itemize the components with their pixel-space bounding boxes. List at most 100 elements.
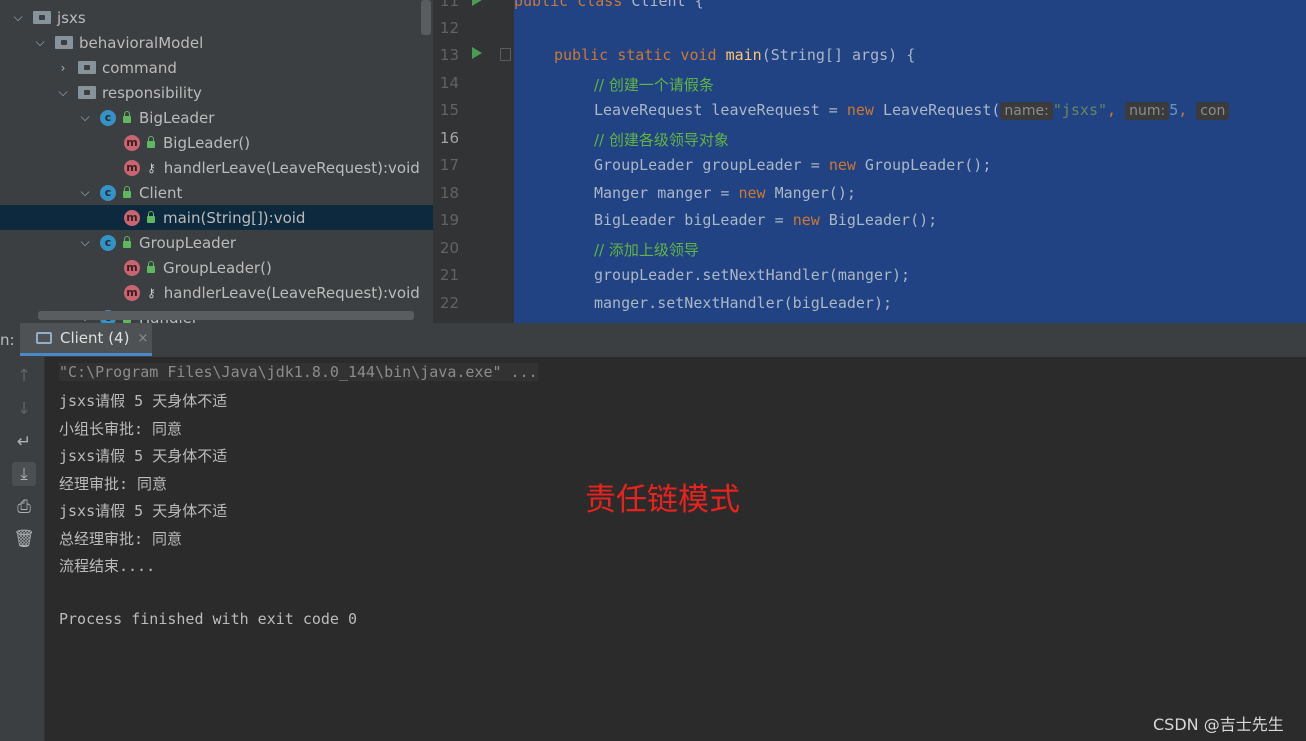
tree-item-client[interactable]: ⌵ c Client — [0, 180, 433, 205]
line-number: 14 — [439, 74, 459, 92]
tree-item-groupleader[interactable]: ⌵ c GroupLeader — [0, 230, 433, 255]
method-icon: m — [124, 209, 140, 226]
run-label: n: — [0, 331, 15, 349]
code-editor[interactable]: public class Client { public static void… — [514, 0, 1306, 323]
tree-item-label: behavioralModel — [79, 33, 204, 52]
console-icon — [36, 332, 52, 344]
class-icon: c — [100, 109, 116, 126]
watermark-credit: CSDN @吉士先生 — [1153, 715, 1284, 734]
folder-icon — [33, 11, 51, 24]
line-number: 18 — [439, 184, 459, 202]
line-number: 20 — [439, 239, 459, 257]
code-line-11: public class Client { — [514, 0, 704, 10]
param-hint-num: num: — [1125, 102, 1170, 120]
line-number: 17 — [439, 156, 459, 174]
tab-label: Client (4) — [60, 329, 130, 347]
console-line: jsxs请假 5 天身体不适 — [59, 392, 228, 410]
run-tool-window-header: n: Client (4) × — [0, 323, 1306, 358]
class-icon: c — [100, 234, 116, 251]
console-line: Process finished with exit code 0 — [59, 610, 358, 628]
tree-item-responsibility[interactable]: ⌵ responsibility — [0, 80, 433, 105]
line-number: 13 — [439, 46, 459, 64]
public-access-icon — [147, 261, 155, 273]
tree-item-bigleader-handlerleave[interactable]: m ⚷ handlerLeave(LeaveRequest):void — [0, 155, 433, 180]
arrow-down-icon[interactable]: ↓ — [12, 397, 36, 421]
horizontal-scrollbar[interactable] — [38, 311, 414, 320]
chevron-right-icon[interactable]: › — [56, 61, 70, 75]
tree-item-label: jsxs — [57, 8, 86, 27]
vertical-scrollbar[interactable] — [421, 0, 431, 35]
fold-icon[interactable] — [500, 48, 511, 61]
tree-item-command[interactable]: › command — [0, 55, 433, 80]
run-main-icon[interactable] — [472, 47, 482, 59]
arrow-up-icon[interactable]: ↑ — [12, 364, 36, 388]
console-line: 经理审批: 同意 — [59, 475, 168, 493]
console-line: 小组长审批: 同意 — [59, 420, 183, 438]
console-line: jsxs请假 5 天身体不适 — [59, 502, 228, 520]
trash-icon[interactable]: 🗑 — [12, 527, 36, 551]
chevron-down-icon[interactable]: ⌵ — [56, 85, 70, 100]
class-icon: c — [100, 184, 116, 201]
line-number: 15 — [439, 101, 459, 119]
public-access-icon — [147, 136, 155, 148]
code-line-19: BigLeader bigLeader = new BigLeader(); — [594, 211, 938, 229]
public-access-icon — [147, 211, 155, 223]
print-icon[interactable]: ⎙ — [12, 495, 36, 519]
code-line-22: manger.setNextHandler(bigLeader); — [594, 294, 893, 312]
chevron-down-icon[interactable]: ⌵ — [11, 10, 25, 25]
tree-item-jsxs[interactable]: ⌵ jsxs — [0, 5, 433, 30]
console-line: 总经理审批: 同意 — [59, 530, 183, 548]
public-access-icon — [123, 186, 131, 198]
tree-item-label: GroupLeader — [139, 233, 237, 252]
method-icon: m — [124, 134, 140, 151]
protected-access-icon: ⚷ — [147, 285, 156, 300]
chevron-down-icon[interactable]: ⌵ — [78, 235, 92, 250]
method-icon: m — [124, 159, 140, 176]
run-class-icon[interactable] — [472, 0, 482, 6]
code-line-16: // 创建各级领导对象 — [594, 131, 729, 149]
line-number: 12 — [439, 19, 459, 37]
close-icon[interactable]: × — [137, 331, 148, 346]
overlay-title: 责任链模式 — [585, 482, 740, 518]
line-number: 11 — [439, 0, 459, 10]
line-number: 19 — [439, 211, 459, 229]
code-line-21: groupLeader.setNextHandler(manger); — [594, 266, 911, 284]
console-line: jsxs请假 5 天身体不适 — [59, 447, 228, 465]
chevron-down-icon[interactable]: ⌵ — [33, 35, 47, 50]
tree-item-bigleader-constructor[interactable]: m BigLeader() — [0, 130, 433, 155]
code-line-14: // 创建一个请假条 — [594, 76, 714, 94]
protected-access-icon: ⚷ — [147, 160, 156, 175]
method-icon: m — [124, 259, 140, 276]
folder-icon — [55, 36, 73, 49]
chevron-down-icon[interactable]: ⌵ — [78, 185, 92, 200]
code-line-18: Manger manger = new Manger(); — [594, 184, 856, 202]
tree-item-bigleader[interactable]: ⌵ c BigLeader — [0, 105, 433, 130]
chevron-down-icon[interactable]: ⌵ — [78, 110, 92, 125]
code-line-13: public static void main(String[] args) { — [554, 46, 916, 64]
project-tree: ⌵ jsxs ⌵ behavioralModel › command ⌵ res… — [0, 0, 433, 323]
tree-item-label: GroupLeader() — [163, 258, 272, 277]
tree-item-label: handlerLeave(LeaveRequest):void — [163, 158, 420, 177]
tree-item-client-main[interactable]: m main(String[]):void — [0, 205, 433, 230]
param-hint-name: name: — [1000, 102, 1053, 120]
public-access-icon — [123, 111, 131, 123]
console-output[interactable]: "C:\Program Files\Java\jdk1.8.0_144\bin\… — [45, 357, 1306, 741]
line-number: 21 — [439, 266, 459, 284]
console-line: 流程结束.... — [59, 557, 156, 575]
tree-item-label: BigLeader() — [163, 133, 251, 152]
soft-wrap-icon[interactable]: ↵ — [12, 430, 36, 454]
tab-client[interactable]: Client (4) × — [20, 323, 152, 356]
code-line-20: // 添加上级领导 — [594, 241, 699, 259]
tree-item-label: handlerLeave(LeaveRequest):void — [163, 283, 420, 302]
code-line-15: LeaveRequest leaveRequest = new LeaveReq… — [594, 101, 1230, 120]
tree-item-groupleader-constructor[interactable]: m GroupLeader() — [0, 255, 433, 280]
tree-item-groupleader-handlerleave[interactable]: m ⚷ handlerLeave(LeaveRequest):void — [0, 280, 433, 305]
tree-item-label: command — [102, 58, 177, 77]
scroll-to-end-icon[interactable]: ⤓ — [12, 462, 36, 486]
tree-item-label: Client — [139, 183, 183, 202]
folder-icon — [78, 86, 96, 99]
line-number: 16 — [439, 129, 459, 147]
tree-item-behavioralmodel[interactable]: ⌵ behavioralModel — [0, 30, 433, 55]
tree-item-label: responsibility — [102, 83, 202, 102]
code-line-17: GroupLeader groupLeader = new GroupLeade… — [594, 156, 992, 174]
